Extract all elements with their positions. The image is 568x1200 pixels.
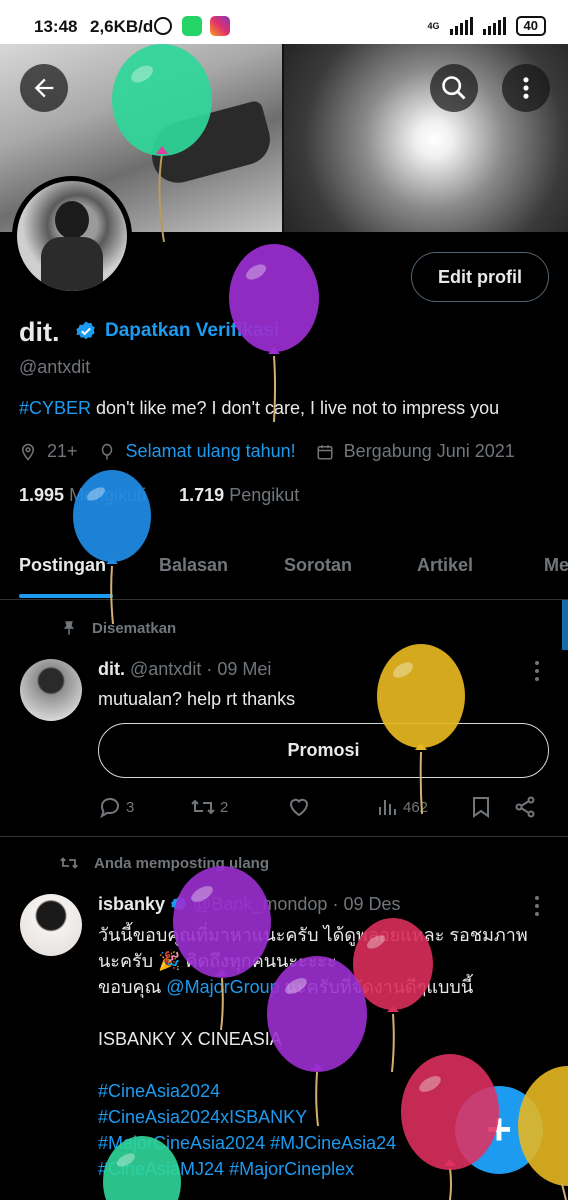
tab-articles[interactable]: Artikel <box>417 555 473 576</box>
post-avatar[interactable] <box>20 659 82 721</box>
profile-meta: 21+ Selamat ulang tahun! Bergabung Juni … <box>19 441 535 462</box>
repost-button[interactable]: 2 <box>190 795 228 819</box>
balloon-green-icon <box>103 1136 181 1200</box>
reply-icon <box>100 797 120 819</box>
follow-stats: 1.995 Mengikuti 1.719 Pengikut <box>19 485 299 506</box>
balloon-green-icon <box>112 44 212 242</box>
whatsapp-icon <box>182 16 202 36</box>
reply-count: 3 <box>126 798 135 816</box>
back-button[interactable] <box>20 64 68 112</box>
followers-count: 1.719 <box>179 485 225 505</box>
birthday-text[interactable]: Selamat ulang tahun! <box>126 441 296 462</box>
search-button[interactable] <box>430 64 478 112</box>
more-vertical-icon <box>523 77 529 99</box>
repost-count: 2 <box>220 798 229 816</box>
balloon-yellow-icon <box>377 644 465 814</box>
post-date[interactable]: · 09 Des <box>332 894 400 914</box>
edit-profile-button[interactable]: Edit profil <box>411 252 549 302</box>
heart-icon <box>289 798 309 817</box>
network-type: 4G <box>427 20 440 31</box>
post-date[interactable]: · 09 Mei <box>206 659 271 679</box>
reply-button[interactable]: 3 <box>98 795 134 819</box>
location-text: 21+ <box>47 441 78 461</box>
post-line: ISBANKY X CINEASIA <box>98 1029 282 1049</box>
status-time: 13:48 <box>34 17 78 36</box>
post-avatar[interactable] <box>20 894 82 956</box>
repost-icon <box>60 857 78 869</box>
status-bar: 13:48 2,6KB/d 4G 40 <box>0 0 568 44</box>
post-more-icon[interactable] <box>535 661 541 683</box>
balloon-blue-icon <box>73 470 151 624</box>
status-network-speed: 2,6KB/d <box>90 17 154 36</box>
profile-name: dit. <box>19 317 60 347</box>
tab-highlights[interactable]: Sorotan <box>284 555 352 576</box>
bio-hashtag[interactable]: #CYBER <box>19 398 91 418</box>
post-header: dit. @antxdit · 09 Mei <box>98 659 271 680</box>
promote-button[interactable]: Promosi <box>98 723 549 778</box>
signal-icon <box>449 17 473 35</box>
battery-icon: 40 <box>515 16 546 36</box>
share-icon <box>515 796 535 818</box>
bookmark-button[interactable] <box>470 795 492 819</box>
more-options-button[interactable] <box>502 64 550 112</box>
followers-link[interactable]: 1.719 Pengikut <box>179 485 299 505</box>
balloon-icon <box>101 443 112 459</box>
like-button[interactable] <box>287 795 311 819</box>
profile-handle: @antxdit <box>19 357 91 377</box>
instagram-icon <box>210 16 230 36</box>
post-author-name[interactable]: isbanky <box>98 894 165 914</box>
share-button[interactable] <box>513 795 537 819</box>
following-count: 1.995 <box>19 485 65 505</box>
joined-text: Bergabung Juni 2021 <box>343 441 515 461</box>
tab-replies[interactable]: Balasan <box>159 555 228 576</box>
balloon-yellow-icon <box>518 1066 568 1200</box>
hashtag-link[interactable]: #CineAsia2024 <box>98 1081 220 1101</box>
post-line: วันนี้ขอบคุณที่มาหาแนะครับ ได้ดูพลอยแหละ… <box>98 925 528 945</box>
signal-icon-2 <box>482 17 506 35</box>
location-pin-icon <box>21 443 35 461</box>
post-more-icon[interactable] <box>535 896 541 918</box>
post-author-name[interactable]: dit. <box>98 659 125 679</box>
alarm-icon <box>154 17 172 35</box>
post-divider <box>0 836 568 837</box>
balloon-purple-icon <box>267 956 367 1126</box>
followers-label: Pengikut <box>229 485 300 505</box>
scrollbar[interactable] <box>562 600 568 650</box>
post-line: ขอบคุณ <box>98 977 167 997</box>
calendar-icon <box>317 444 333 459</box>
arrow-left-icon <box>34 78 54 98</box>
bookmark-icon <box>473 797 489 818</box>
balloon-purple-icon <box>229 244 319 422</box>
post-author-handle[interactable]: @antxdit <box>130 659 201 679</box>
search-icon <box>442 76 466 100</box>
verified-badge-icon[interactable] <box>75 320 97 342</box>
balloon-red-icon <box>401 1054 499 1200</box>
balloon-purple-icon <box>173 866 271 1030</box>
tab-media[interactable]: Me <box>544 555 568 576</box>
repost-icon <box>191 799 215 815</box>
post-text: mutualan? help rt thanks <box>98 689 296 709</box>
post-actions: 3 2 462 <box>98 795 548 821</box>
